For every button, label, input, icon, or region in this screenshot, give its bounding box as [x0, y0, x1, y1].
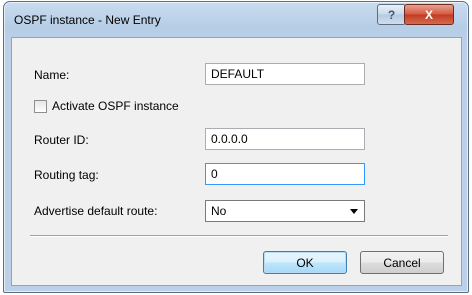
- name-label: Name:: [34, 68, 70, 82]
- advertise-default-route-select[interactable]: No: [205, 200, 365, 222]
- title-bar[interactable]: OSPF instance - New Entry ? X: [4, 2, 468, 36]
- dialog-window: OSPF instance - New Entry ? X Name: DEFA…: [3, 1, 469, 293]
- name-field[interactable]: DEFAULT: [205, 63, 365, 85]
- cancel-button[interactable]: Cancel: [360, 251, 444, 274]
- advertise-default-route-label: Advertise default route:: [34, 204, 158, 218]
- chevron-down-icon[interactable]: [350, 209, 358, 214]
- close-icon: X: [424, 7, 433, 22]
- ok-button[interactable]: OK: [263, 251, 347, 274]
- routing-tag-field[interactable]: 0: [205, 163, 365, 185]
- help-icon: ?: [387, 7, 396, 22]
- advertise-default-route-value: No: [211, 204, 227, 218]
- close-button[interactable]: X: [404, 4, 454, 25]
- window-title: OSPF instance - New Entry: [14, 13, 161, 27]
- activate-ospf-checkbox[interactable]: [34, 100, 47, 113]
- router-id-label: Router ID:: [34, 133, 89, 147]
- cancel-button-label: Cancel: [383, 255, 421, 270]
- activate-ospf-label[interactable]: Activate OSPF instance: [52, 99, 179, 113]
- ok-button-label: OK: [296, 255, 314, 270]
- router-id-field[interactable]: 0.0.0.0: [205, 128, 365, 150]
- separator: [30, 235, 448, 237]
- help-button[interactable]: ?: [377, 4, 406, 25]
- dialog-body: Name: DEFAULT Activate OSPF instance Rou…: [11, 37, 462, 286]
- routing-tag-label: Routing tag:: [34, 168, 99, 182]
